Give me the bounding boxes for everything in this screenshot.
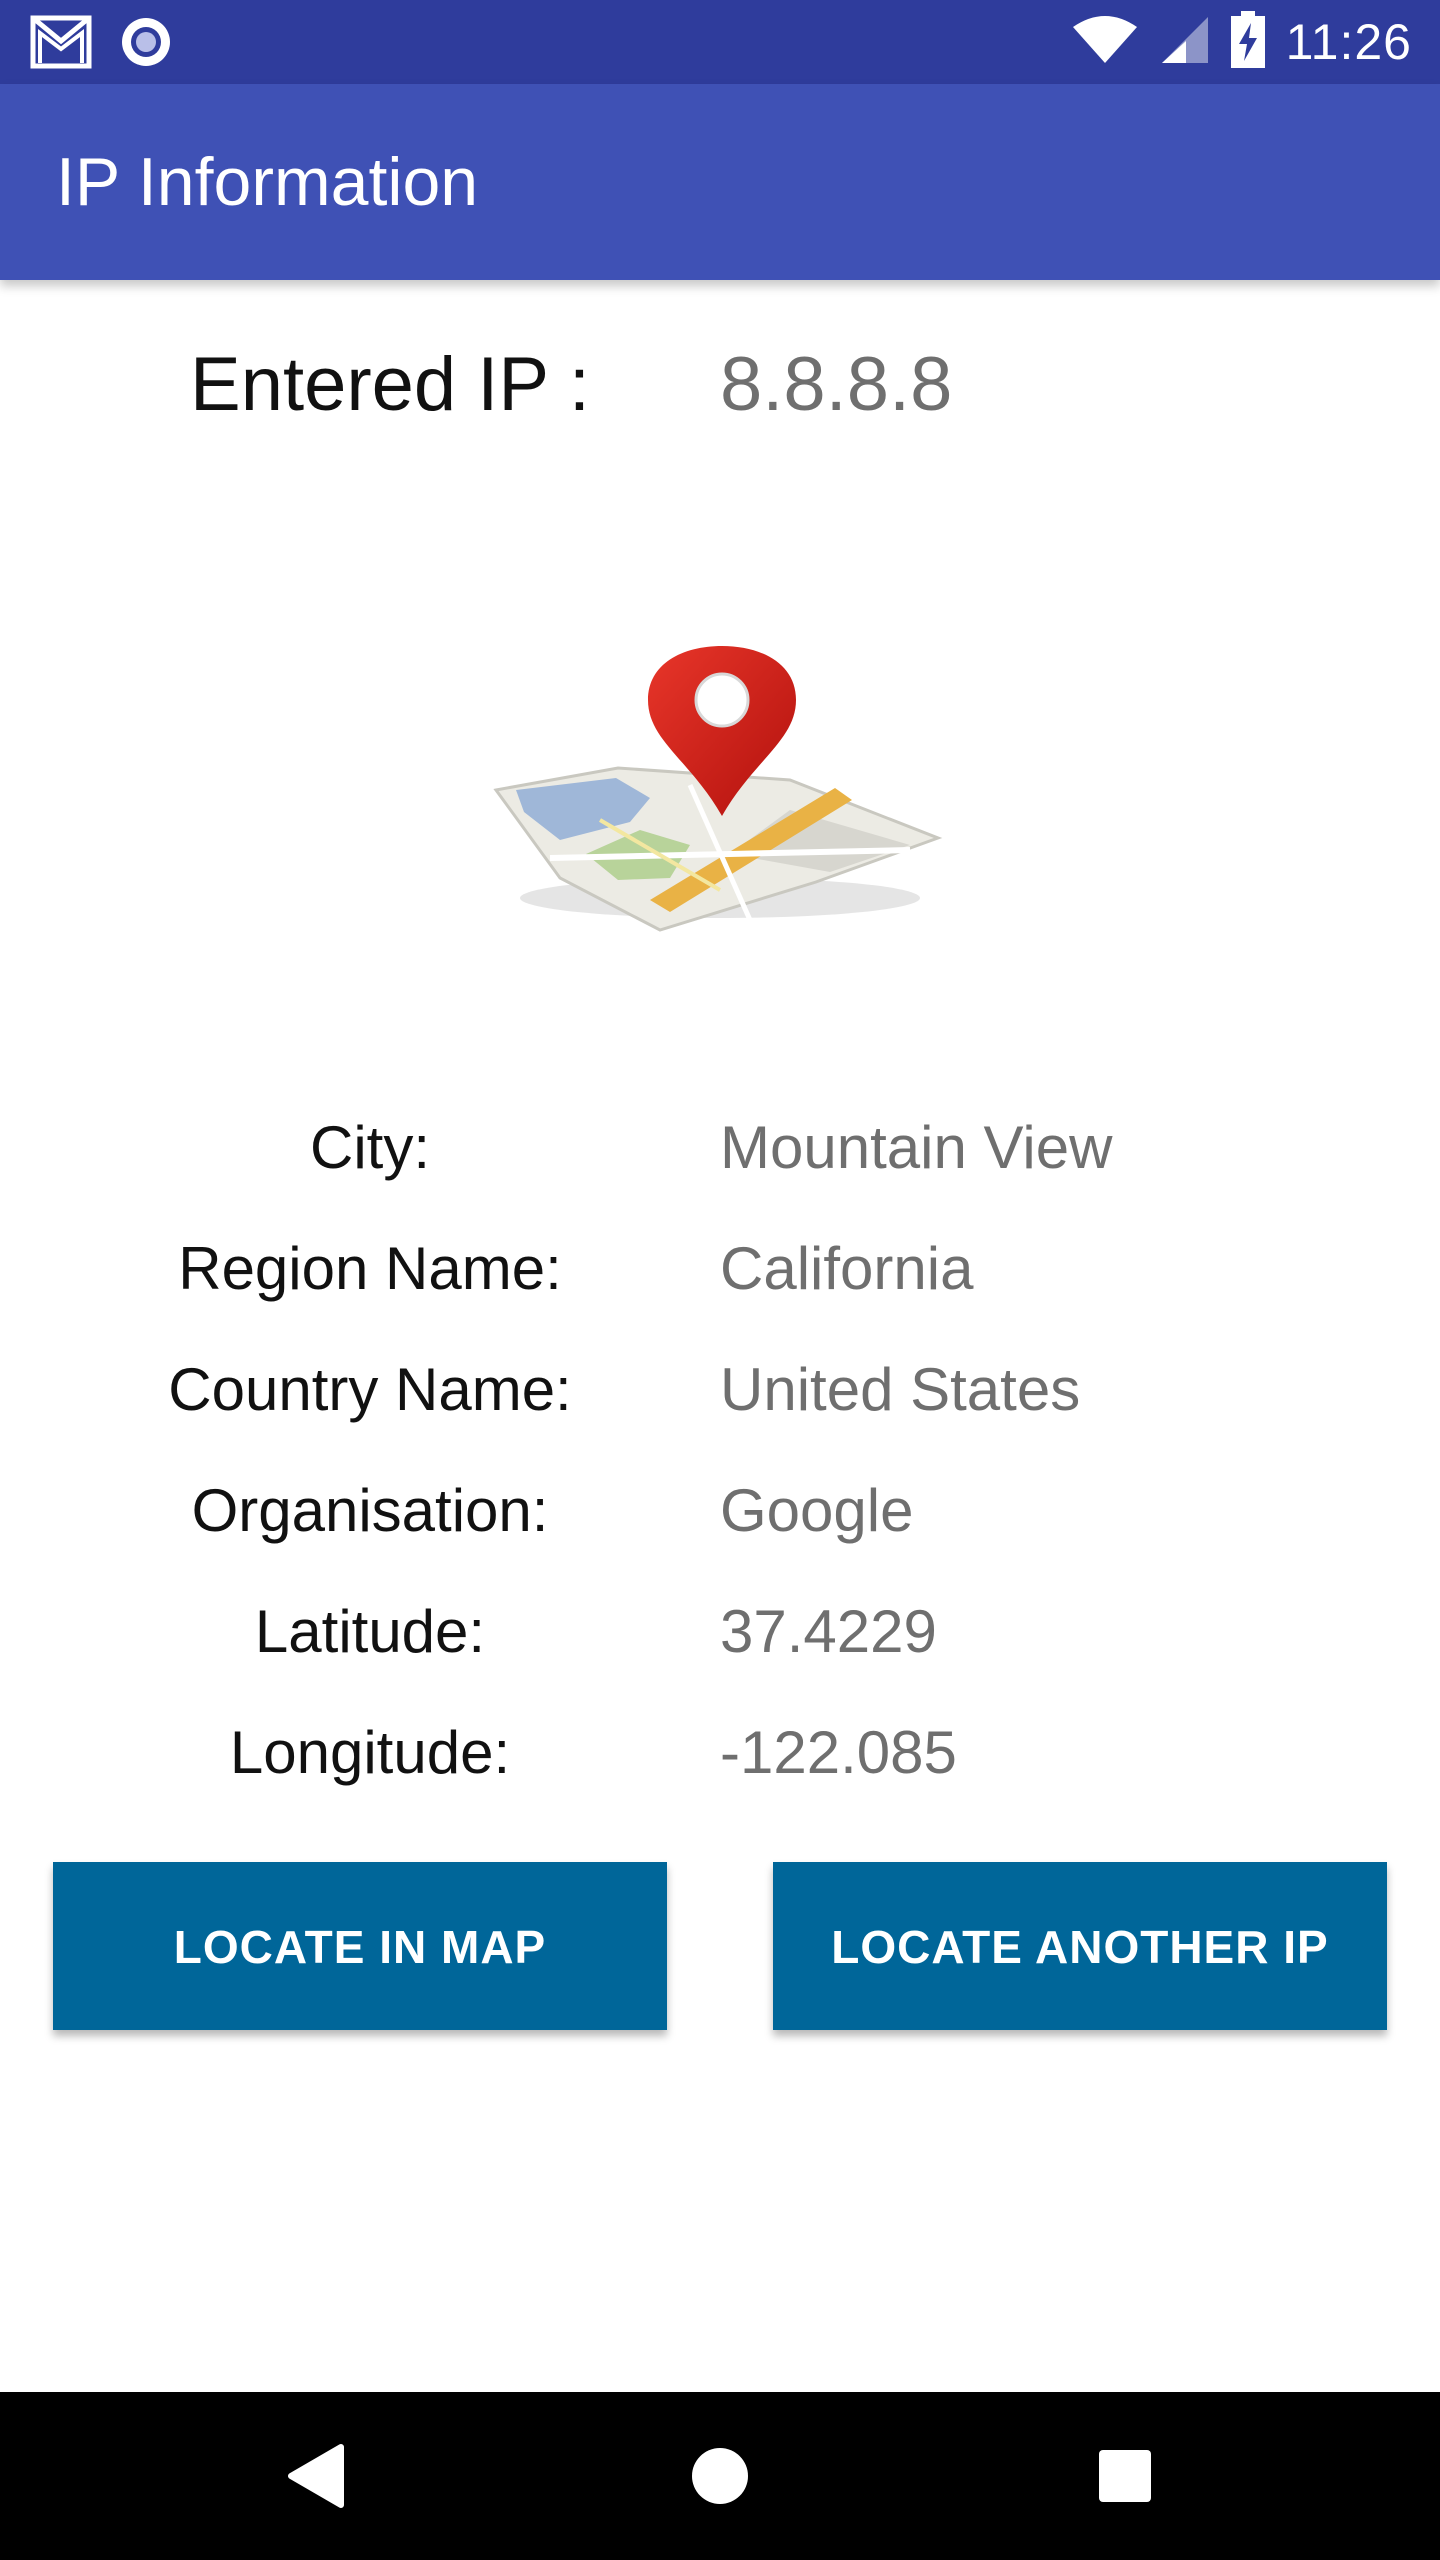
battery-charging-icon [1230,10,1266,74]
info-row-city: City: Mountain View [0,1098,1440,1198]
app-title: IP Information [56,144,479,220]
status-bar: 11:26 [0,0,1440,84]
latitude-label: Latitude: [254,1598,486,1665]
locate-in-map-button[interactable]: LOCATE IN MAP [53,1862,667,2030]
home-button[interactable] [680,2436,760,2516]
organisation-value: Google [720,1477,914,1544]
info-row-longitude: Longitude: -122.085 [0,1703,1440,1803]
region-label: Region Name: [178,1235,562,1302]
longitude-value: -122.085 [720,1719,957,1786]
entered-ip-label: Entered IP : [190,342,590,427]
entered-ip-value: 8.8.8.8 [720,342,953,427]
info-row-region: Region Name: California [0,1219,1440,1319]
radio-icon [118,14,174,75]
info-row-country: Country Name: United States [0,1340,1440,1440]
region-value: California [720,1235,974,1302]
status-bar-notifications [30,14,174,75]
cell-signal-icon [1158,15,1210,70]
locate-another-ip-button[interactable]: LOCATE ANOTHER IP [773,1862,1387,2030]
longitude-label: Longitude: [229,1719,511,1786]
recents-button[interactable] [1085,2436,1165,2516]
home-icon [692,2448,748,2504]
city-value: Mountain View [720,1114,1113,1181]
wifi-icon [1072,15,1138,70]
screen: 11:26 IP Information Entered IP : 8.8.8.… [0,0,1440,2560]
status-bar-system: 11:26 [1072,10,1412,74]
country-label: Country Name: [168,1356,572,1423]
gmail-icon [30,15,92,74]
country-value: United States [720,1356,1081,1423]
back-icon [288,2444,344,2508]
info-row-organisation: Organisation: Google [0,1461,1440,1561]
organisation-label: Organisation: [191,1477,549,1544]
latitude-value: 37.4229 [720,1598,937,1665]
status-bar-time: 11:26 [1285,14,1412,70]
app-bar: IP Information [0,84,1440,280]
info-row-latitude: Latitude: 37.4229 [0,1582,1440,1682]
map-pin-icon [490,640,950,940]
back-button[interactable] [275,2436,355,2516]
navigation-bar [0,2392,1440,2560]
city-label: City: [310,1114,430,1181]
recents-icon [1099,2450,1151,2502]
